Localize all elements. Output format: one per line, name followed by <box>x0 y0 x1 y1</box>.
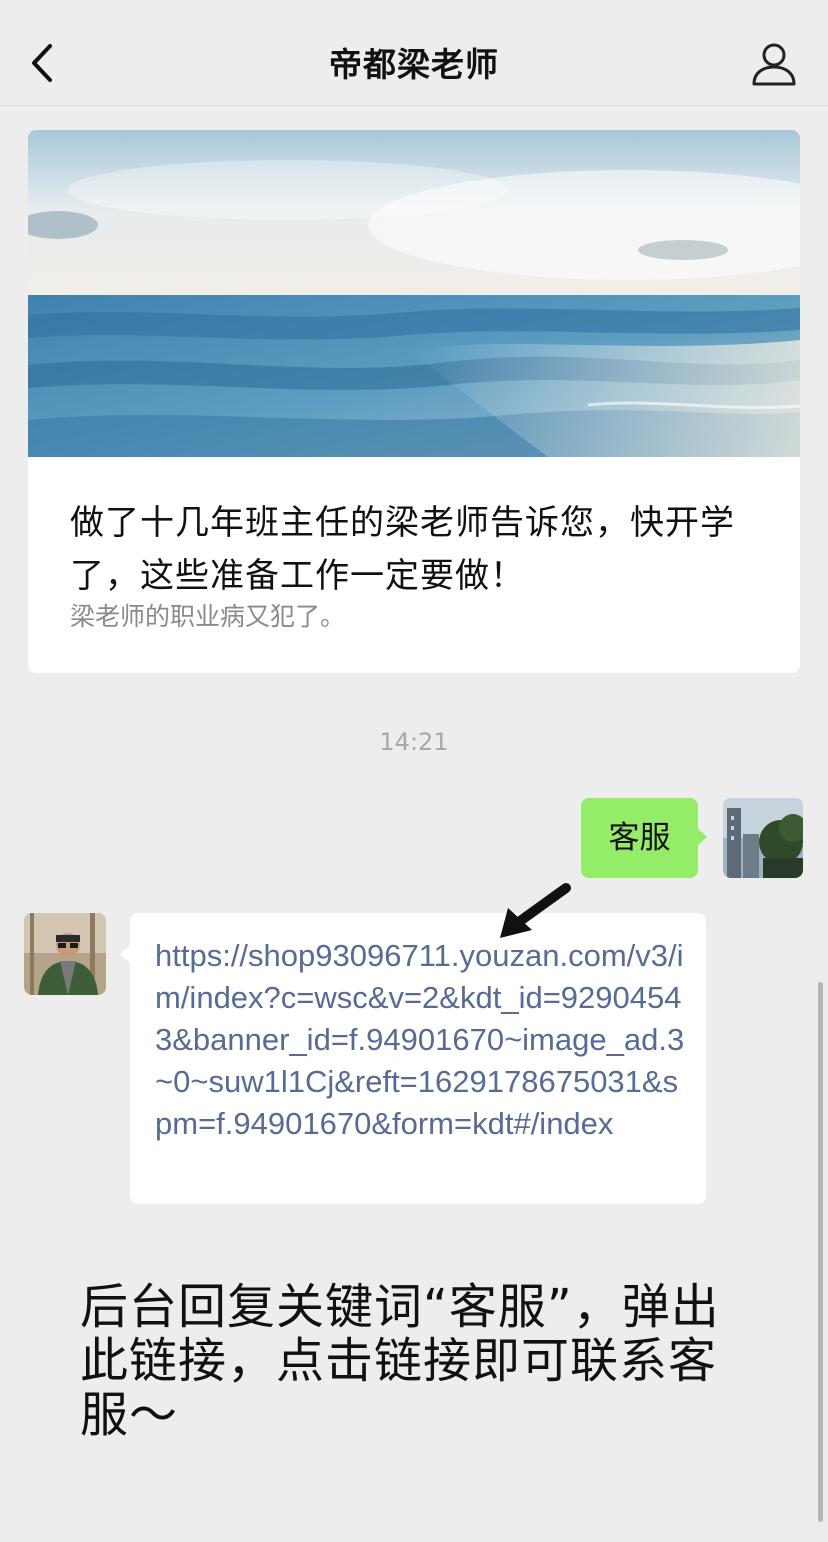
article-card[interactable]: 做了十几年班主任的梁老师告诉您，快开学了，这些准备工作一定要做！ 梁老师的职业病… <box>28 130 800 673</box>
incoming-message-bubble: https://shop93096711.youzan.com/v3/im/in… <box>130 913 706 1204</box>
message-timestamp: 14:21 <box>379 728 449 756</box>
incoming-bubble-tail <box>120 945 130 963</box>
instruction-caption: 后台回复关键词“客服”，弹出此链接，点击链接即可联系客服～ <box>80 1279 720 1443</box>
page-title: 帝都梁老师 <box>329 45 499 84</box>
top-navigation-bar: 帝都梁老师 <box>0 0 828 106</box>
scrollbar[interactable] <box>818 982 823 1522</box>
official-account-avatar[interactable] <box>24 913 106 995</box>
outgoing-message-bubble[interactable]: 客服 <box>581 798 698 878</box>
teacher-photo-avatar-image <box>24 913 106 995</box>
user-avatar[interactable] <box>723 798 803 878</box>
profile-button[interactable] <box>750 40 798 88</box>
article-description: 梁老师的职业病又犯了。 <box>70 602 346 631</box>
customer-service-link[interactable]: https://shop93096711.youzan.com/v3/im/in… <box>155 935 685 1145</box>
pointing-arrow-icon <box>500 883 571 938</box>
outgoing-bubble-tail <box>697 828 707 846</box>
article-title: 做了十几年班主任的梁老师告诉您，快开学了，这些准备工作一定要做！ <box>70 503 735 596</box>
person-icon <box>752 43 796 86</box>
city-sky-avatar-image <box>723 798 803 878</box>
ocean-cover-image <box>28 130 800 457</box>
